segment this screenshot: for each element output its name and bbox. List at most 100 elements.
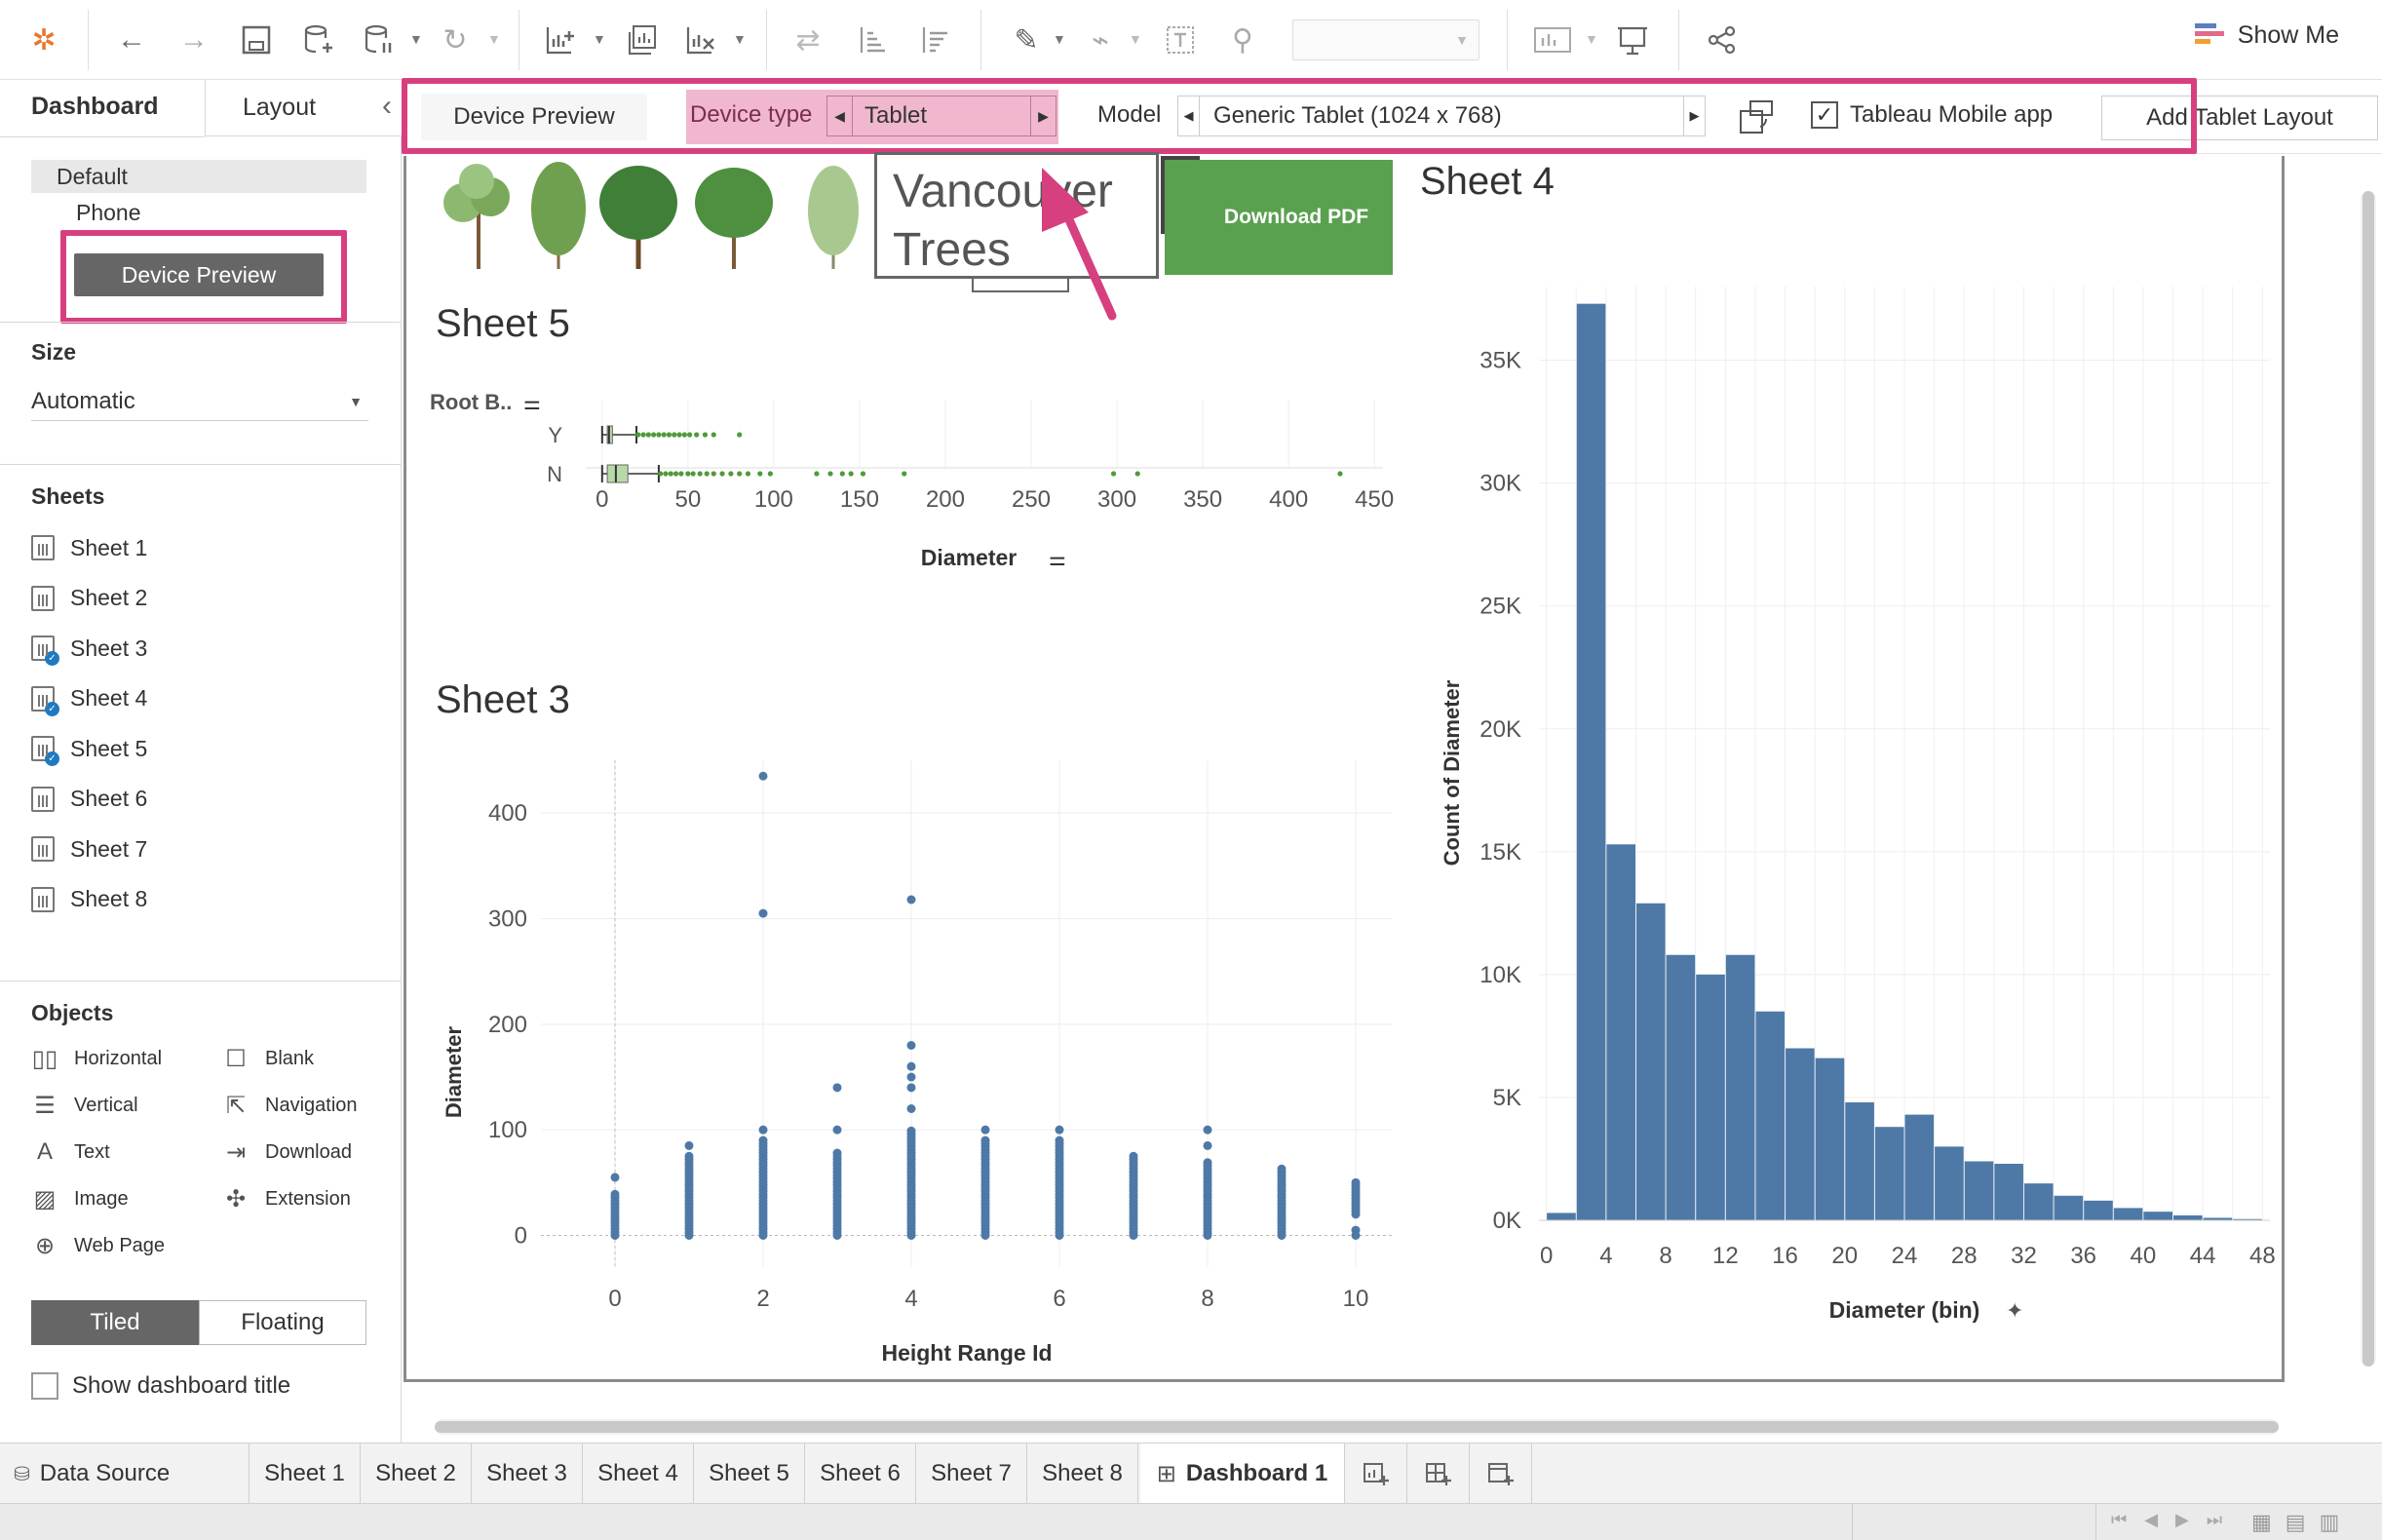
histogram-bar [2113,1208,2143,1220]
tab-sheet-4[interactable]: Sheet 4 [583,1444,694,1504]
sheet-list-item[interactable]: ✓ Sheet 3 [31,631,147,666]
object-label: Image [74,1187,129,1210]
sheet-list-item[interactable]: Sheet 7 [31,831,147,866]
back-arrow-icon[interactable]: ← [109,18,154,62]
object-web-page[interactable]: ⊕ Web Page [31,1229,165,1262]
x-tick-label: 8 [1201,1286,1213,1312]
outlier-point [728,471,734,477]
forward-arrow-icon[interactable]: → [172,18,216,62]
tab-data-source[interactable]: ⛁ Data Source [0,1444,250,1504]
tab-dashboard[interactable]: Dashboard [0,80,205,136]
sort-ascending-icon[interactable] [850,18,895,62]
scatter-point [906,895,916,905]
rotate-device-icon[interactable] [1737,97,1776,141]
duplicate-sheet-icon[interactable] [620,18,665,62]
x-tick-label: 4 [904,1286,917,1312]
tiled-toggle[interactable]: Tiled [31,1300,199,1345]
object-image[interactable]: ▨ Image [31,1182,129,1215]
sheet3-scatter-plot[interactable]: 0 2 4 6 8 100100200300400Height Range IdDiame… [406,741,1410,1365]
tab-sheet-6[interactable]: Sheet 6 [805,1444,916,1504]
object-text[interactable]: A Text [31,1136,110,1169]
sheet-navigation-arrows[interactable]: ⏮◀▶⏭ [2111,1510,2240,1530]
tab-sheet-2[interactable]: Sheet 2 [361,1444,472,1504]
label-text-icon[interactable] [1158,18,1203,62]
sheet-list-item[interactable]: ✓ Sheet 4 [31,681,147,716]
vertical-scrollbar[interactable] [2361,191,2376,1367]
tab-sheet-7[interactable]: Sheet 7 [916,1444,1027,1504]
sheets-section-title: Sheets [31,483,105,509]
tab-dashboard-1[interactable]: ⊞ Dashboard 1 [1140,1444,1345,1504]
collapse-panel-icon[interactable]: ‹ [382,90,392,123]
tableau-mobile-checkbox[interactable]: ✓ Tableau Mobile app [1811,101,2053,129]
sheet-list-item[interactable]: Sheet 8 [31,882,147,917]
prev-arrow-icon[interactable]: ◀ [1178,96,1200,135]
floating-toggle[interactable]: Floating [199,1300,366,1345]
new-dashboard-tab-icon[interactable] [1407,1444,1470,1504]
sheet-list-item[interactable]: ✓ Sheet 5 [31,731,147,766]
save-icon[interactable] [234,18,279,62]
add-tablet-layout-button[interactable]: Add Tablet Layout [2101,96,2378,140]
scatter-point [832,1083,842,1093]
highlight-pen-icon[interactable]: ✎ [1004,18,1049,62]
share-icon[interactable] [1700,18,1745,62]
download-icon: ⇥ [225,1138,247,1166]
model-select[interactable]: ◀ Generic Tablet (1024 x 768) ▶ [1177,96,1706,136]
scrollbar-thumb[interactable] [435,1421,2279,1433]
show-me-button[interactable]: Show Me [2194,21,2339,50]
sheet-list-item[interactable]: Sheet 2 [31,581,147,616]
new-datasource-icon[interactable] [296,18,341,62]
object-download[interactable]: ⇥ Download [222,1136,352,1169]
clear-sheet-icon[interactable] [678,18,723,62]
sort-descending-icon[interactable] [912,18,957,62]
tab-sheet-8[interactable]: Sheet 8 [1027,1444,1138,1504]
view-mode-icons[interactable]: ▦▤▥ [2251,1510,2353,1535]
tab-sheet-3[interactable]: Sheet 3 [472,1444,583,1504]
fix-axes-pin-icon[interactable]: ⚲ [1220,18,1265,62]
checkbox-box[interactable] [31,1372,58,1400]
next-arrow-icon[interactable]: ▶ [1683,96,1705,135]
sheet-list-item[interactable]: Sheet 6 [31,782,147,817]
device-preview-button[interactable]: Device Preview [74,253,324,296]
show-cards-icon[interactable] [1530,18,1575,62]
scrollbar-thumb[interactable] [2363,191,2374,1367]
object-vertical[interactable]: ☰ Vertical [31,1089,137,1122]
device-item-default[interactable]: Default [31,160,366,193]
outlier-point [814,471,820,477]
presentation-icon[interactable] [1610,18,1655,62]
horizontal-scrollbar[interactable] [435,1419,2279,1435]
object-horizontal[interactable]: ▯▯ Horizontal [31,1042,162,1075]
histogram-bar [1994,1164,2023,1220]
pause-update-icon[interactable] [357,18,402,62]
new-worksheet-tab-icon[interactable] [1345,1444,1407,1504]
next-arrow-icon[interactable]: ▶ [1030,96,1056,135]
object-navigation[interactable]: ⇱ Navigation [222,1089,358,1122]
new-story-tab-icon[interactable] [1470,1444,1532,1504]
sheet-list-item[interactable]: Sheet 1 [31,530,147,565]
group-paperclip-icon[interactable]: ⌁ [1078,18,1123,62]
sheet4-histogram[interactable]: 0K5K10K15K20K25K30K35K0 4 8 12 16 20 24 28 32 36 4… [1410,214,2287,1365]
object-blank[interactable]: ☐ Blank [222,1042,314,1075]
checkmark-icon[interactable]: ✓ [1811,101,1838,129]
tab-layout[interactable]: Layout ‹ [205,80,402,136]
device-item-phone[interactable]: Phone [76,196,141,229]
tab-sheet-1[interactable]: Sheet 1 [250,1444,361,1504]
show-title-checkbox[interactable]: Show dashboard title [31,1372,290,1400]
scatter-point [980,1136,990,1145]
prev-arrow-icon[interactable]: ◀ [827,96,853,135]
histogram-bar [1786,1048,1815,1220]
new-worksheet-icon[interactable] [538,18,583,62]
sheet-icon [31,585,55,611]
x-axis-title: Height Range Id [881,1340,1052,1365]
download-pdf-button[interactable]: Download PDF [1165,160,1393,275]
histogram-bar [2023,1183,2054,1220]
refresh-icon[interactable]: ↻ [433,18,478,62]
size-dropdown[interactable]: Automatic ▼ [31,382,368,421]
field-dropdown[interactable]: ▼ [1292,19,1479,60]
sheet5-box-plot[interactable]: Root B.. ⚌ 0 50 100 150 200 250 300 350 400 450 YN Di… [406,361,1410,595]
device-preview-label: Device Preview [421,94,647,140]
object-extension[interactable]: ✣ Extension [222,1182,351,1215]
device-type-select[interactable]: ◀ Tablet ▶ [826,96,1057,136]
tab-sheet-5[interactable]: Sheet 5 [694,1444,805,1504]
swap-axes-icon[interactable]: ⇄ [786,18,830,62]
tableau-logo-icon[interactable]: ✲ [21,18,66,62]
